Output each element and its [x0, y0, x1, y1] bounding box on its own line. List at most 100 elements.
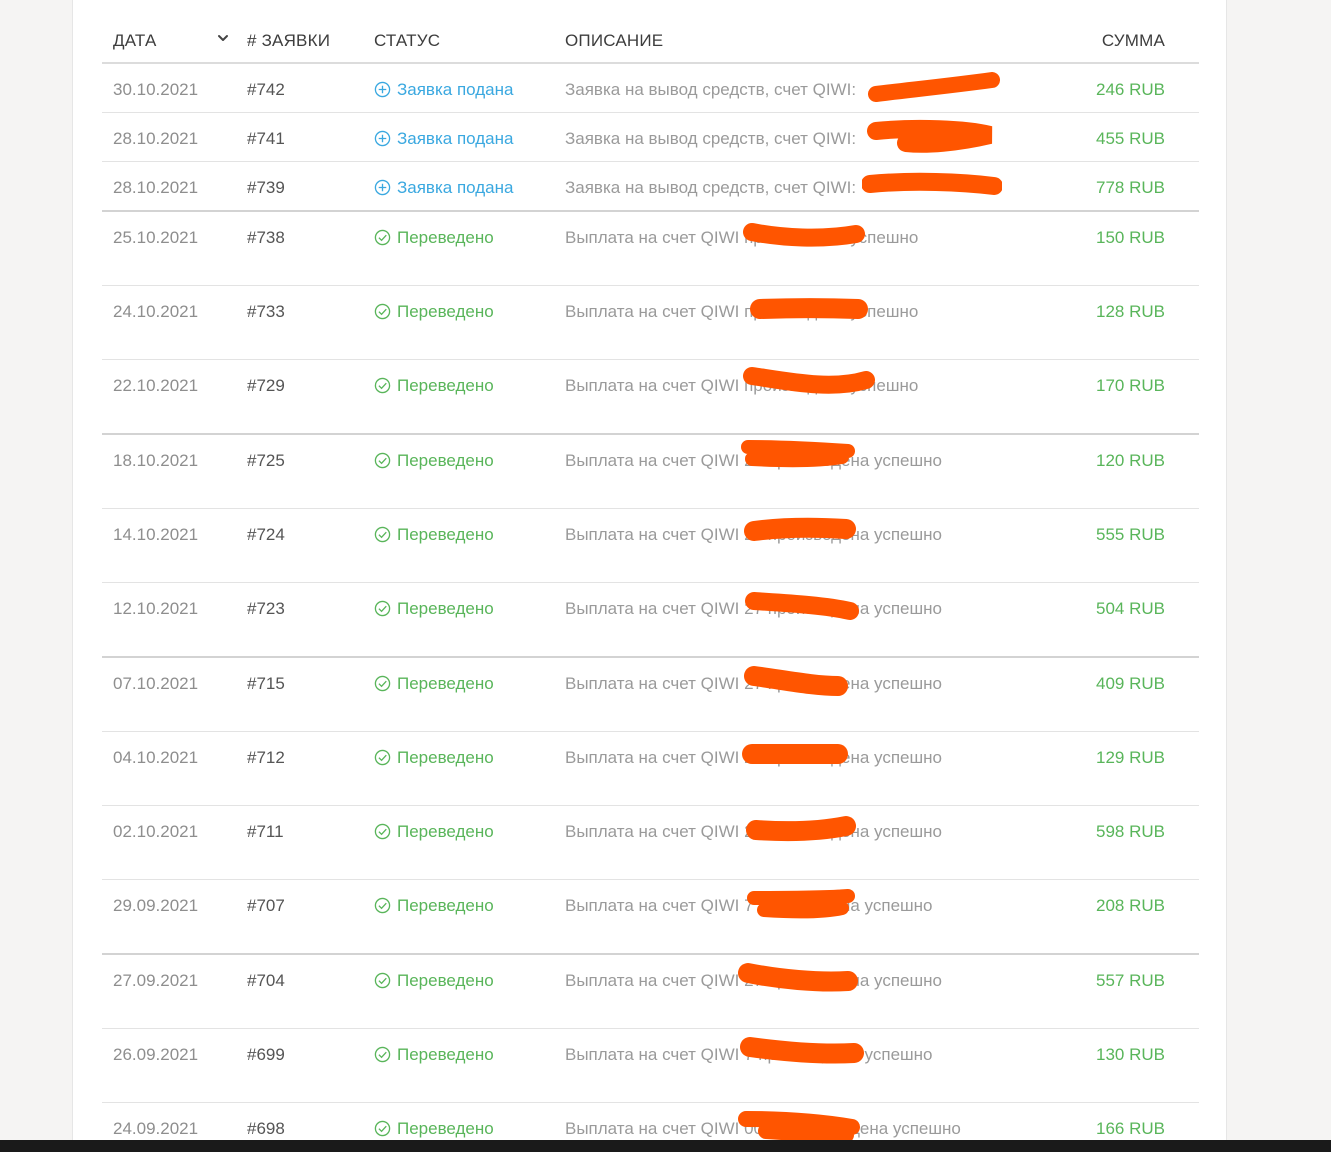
table-row: 12.10.2021 #723 Переведено Выплата на сч…: [102, 583, 1199, 658]
status-badge: Переведено: [374, 448, 494, 473]
status-badge: Переведено: [374, 745, 494, 770]
table-header: ДАТА # ЗАЯВКИ СТАТУС ОПИСАНИЕ СУММА: [102, 17, 1199, 64]
table-row: 14.10.2021 #724 Переведено Выплата на сч…: [102, 509, 1199, 583]
check-circle-icon: [374, 897, 391, 914]
check-circle-icon: [374, 526, 391, 543]
row-sum: 409 RUB: [1096, 674, 1165, 693]
status-badge: Заявка подана: [374, 175, 513, 200]
row-number: #712: [247, 748, 285, 767]
redaction-mark: [741, 440, 855, 468]
check-circle-icon: [374, 675, 391, 692]
row-number: #711: [247, 822, 284, 841]
check-circle-icon: [374, 600, 391, 617]
check-circle-icon: [374, 1046, 391, 1063]
status-badge: Переведено: [374, 1042, 494, 1067]
table-row: 28.10.2021 #739 Заявка подана Заявка на …: [102, 162, 1199, 212]
status-badge: Переведено: [374, 299, 494, 324]
row-sum: 598 RUB: [1096, 822, 1165, 841]
row-sum: 166 RUB: [1096, 1119, 1165, 1138]
table-row: 26.09.2021 #699 Переведено Выплата на сч…: [102, 1029, 1199, 1103]
row-sum: 778 RUB: [1096, 178, 1165, 197]
row-date: 27.09.2021: [113, 971, 199, 990]
row-sum: 129 RUB: [1096, 748, 1165, 767]
status-label: Переведено: [397, 599, 494, 618]
row-date: 26.09.2021: [113, 1045, 199, 1064]
row-date: 14.10.2021: [113, 525, 199, 544]
row-date: 25.10.2021: [113, 228, 199, 247]
row-number: #704: [247, 971, 285, 990]
status-badge: Переведено: [374, 1116, 494, 1140]
redaction-mark: [738, 963, 858, 992]
row-date: 28.10.2021: [113, 129, 199, 148]
status-badge: Переведено: [374, 968, 494, 993]
row-sum: 504 RUB: [1096, 599, 1165, 618]
plus-circle-icon: [374, 130, 391, 147]
status-label: Переведено: [397, 1119, 494, 1138]
check-circle-icon: [374, 823, 391, 840]
status-badge: Заявка подана: [374, 126, 513, 151]
status-label: Заявка подана: [397, 178, 514, 197]
row-number: #723: [247, 599, 285, 618]
table-row: 07.10.2021 #715 Переведено Выплата на сч…: [102, 658, 1199, 732]
redaction-mark: [750, 298, 868, 319]
row-number: #729: [247, 376, 285, 395]
table-row: 24.09.2021 #698 Переведено Выплата на сч…: [102, 1103, 1199, 1140]
row-date: 22.10.2021: [113, 376, 199, 395]
table-row: 30.10.2021 #742 Заявка подана Заявка на …: [102, 64, 1199, 113]
redaction-mark: [746, 816, 856, 842]
row-sum: 130 RUB: [1096, 1045, 1165, 1064]
withdrawal-history-table: ДАТА # ЗАЯВКИ СТАТУС ОПИСАНИЕ СУММА 30.1…: [102, 17, 1199, 1140]
redaction-mark: [867, 119, 993, 153]
status-label: Переведено: [397, 971, 494, 990]
redaction-mark: [744, 666, 848, 696]
status-label: Переведено: [397, 674, 494, 693]
status-label: Переведено: [397, 748, 494, 767]
table-row: 28.10.2021 #741 Заявка подана Заявка на …: [102, 113, 1199, 162]
check-circle-icon: [374, 749, 391, 766]
row-number: #724: [247, 525, 285, 544]
row-date: 28.10.2021: [113, 178, 199, 197]
row-number: #738: [247, 228, 285, 247]
row-number: #733: [247, 302, 285, 321]
row-number: #742: [247, 80, 285, 99]
row-sum: 555 RUB: [1096, 525, 1165, 544]
row-sum: 170 RUB: [1096, 376, 1165, 395]
row-date: 04.10.2021: [113, 748, 199, 767]
row-sum: 557 RUB: [1096, 971, 1165, 990]
row-date: 07.10.2021: [113, 674, 199, 693]
table-row: 29.09.2021 #707 Переведено Выплата на сч…: [102, 880, 1199, 955]
header-status: СТАТУС: [374, 31, 441, 50]
status-label: Переведено: [397, 302, 494, 321]
row-number: #739: [247, 178, 285, 197]
check-circle-icon: [374, 303, 391, 320]
bottom-bar: [0, 1140, 1331, 1152]
row-date: 30.10.2021: [113, 80, 199, 99]
header-date[interactable]: ДАТА: [113, 31, 156, 51]
row-number: #698: [247, 1119, 285, 1138]
row-sum: 208 RUB: [1096, 896, 1165, 915]
redaction-mark: [743, 367, 875, 394]
check-circle-icon: [374, 452, 391, 469]
status-badge: Переведено: [374, 671, 494, 696]
check-circle-icon: [374, 972, 391, 989]
row-date: 18.10.2021: [113, 451, 199, 470]
status-badge: Заявка подана: [374, 77, 513, 102]
redaction-mark: [745, 592, 859, 620]
chevron-down-icon[interactable]: [216, 31, 230, 45]
status-badge: Переведено: [374, 522, 494, 547]
table-row: 27.09.2021 #704 Переведено Выплата на сч…: [102, 955, 1199, 1029]
row-date: 29.09.2021: [113, 896, 199, 915]
status-label: Заявка подана: [397, 80, 514, 99]
plus-circle-icon: [374, 81, 391, 98]
table-row: 18.10.2021 #725 Переведено Выплата на сч…: [102, 435, 1199, 509]
row-sum: 120 RUB: [1096, 451, 1165, 470]
row-number: #741: [247, 129, 285, 148]
status-label: Заявка подана: [397, 129, 514, 148]
check-circle-icon: [374, 1120, 391, 1137]
redaction-mark: [743, 223, 865, 247]
status-label: Переведено: [397, 451, 494, 470]
redaction-mark: [862, 172, 1002, 195]
status-label: Переведено: [397, 1045, 494, 1064]
status-badge: Переведено: [374, 225, 494, 250]
header-sum: СУММА: [1101, 31, 1165, 50]
